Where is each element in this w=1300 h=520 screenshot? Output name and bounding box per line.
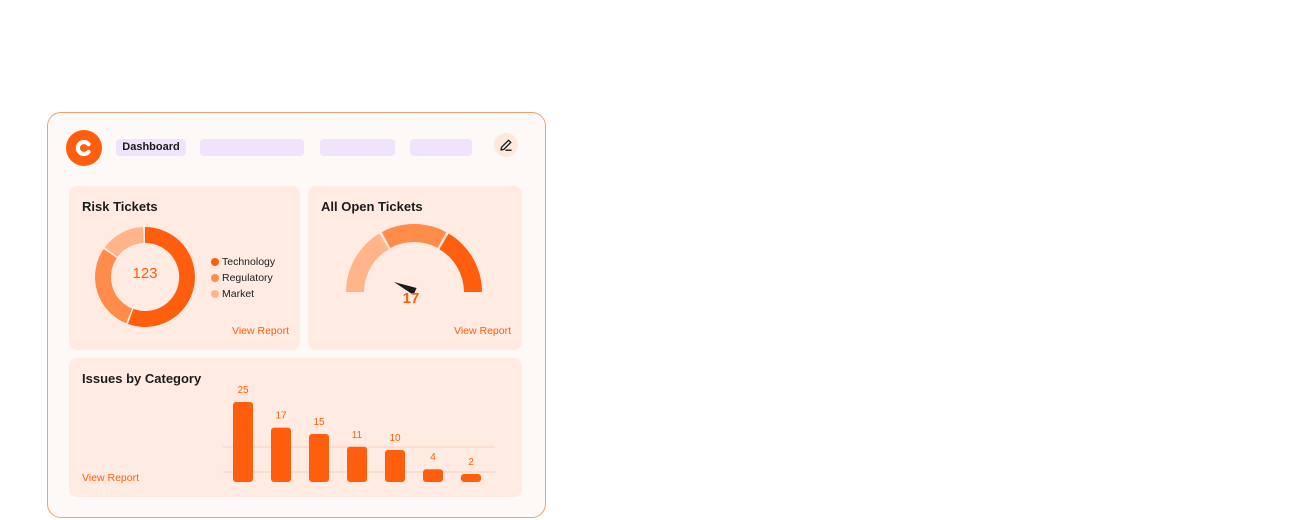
nav-tab-placeholder-3[interactable]: [410, 139, 472, 156]
legend-dot: [211, 289, 219, 298]
chart-bar-label: 25: [237, 385, 249, 396]
legend-label: Regulatory: [222, 272, 273, 284]
risk-view-report-link[interactable]: View Report: [232, 325, 289, 337]
chart-bar: [461, 474, 481, 482]
chart-bar: [233, 402, 253, 482]
risk-tickets-card: Risk Tickets 123 Technology Regulatory M…: [69, 186, 300, 350]
app-logo[interactable]: [66, 130, 102, 166]
chart-bar-label: 10: [389, 433, 401, 444]
donut-slice-market: [104, 227, 144, 257]
dashboard-card-frame: Dashboard Risk Tickets 123 Technology Re…: [47, 112, 546, 518]
chart-bar: [271, 427, 291, 482]
risk-tickets-title: Risk Tickets: [82, 199, 158, 214]
legend-item-market: Market: [211, 287, 254, 301]
gauge-segment-mid: [381, 224, 447, 248]
gauge-segment-low: [346, 233, 389, 292]
legend-dot: [211, 257, 219, 266]
open-tickets-card: All Open Tickets 17 View Report: [308, 186, 522, 350]
nav-tab-dashboard[interactable]: Dashboard: [116, 139, 186, 156]
edit-button[interactable]: [494, 133, 518, 157]
legend-item-technology: Technology: [211, 255, 275, 269]
chart-bar-label: 2: [468, 457, 474, 468]
issues-title: Issues by Category: [82, 371, 202, 386]
risk-total-value: 123: [132, 265, 158, 282]
gauge-segment-high: [439, 233, 482, 292]
issues-card: Issues by Category 25 17 15 11 10 4 2 View Rep…: [69, 358, 522, 497]
c-logo-icon: [75, 139, 91, 157]
nav-tab-placeholder-2[interactable]: [320, 139, 395, 156]
chart-bar: [423, 469, 443, 482]
edit-pencil-icon: [500, 139, 512, 151]
donut-slice-regulatory: [95, 249, 133, 324]
legend-label: Technology: [222, 256, 276, 268]
issues-bar-chart: 25 17 15 11 10 4 2: [223, 385, 495, 482]
issues-view-report-link[interactable]: View Report: [82, 472, 139, 484]
open-tickets-gauge: [346, 224, 482, 295]
legend-dot: [211, 273, 219, 282]
chart-bar: [309, 434, 329, 482]
open-tickets-value: 17: [402, 290, 420, 307]
open-tickets-title: All Open Tickets: [321, 199, 423, 214]
chart-bar: [385, 450, 405, 482]
legend-item-regulatory: Regulatory: [211, 271, 273, 285]
chart-bar-label: 4: [430, 452, 436, 463]
chart-bar: [347, 446, 367, 482]
legend-label: Market: [222, 288, 255, 300]
chart-bar-label: 15: [313, 417, 325, 428]
open-tickets-view-report-link[interactable]: View Report: [454, 325, 511, 337]
nav-tab-placeholder-1[interactable]: [200, 139, 304, 156]
chart-bar-label: 11: [352, 430, 363, 441]
chart-bar-label: 17: [275, 411, 287, 422]
